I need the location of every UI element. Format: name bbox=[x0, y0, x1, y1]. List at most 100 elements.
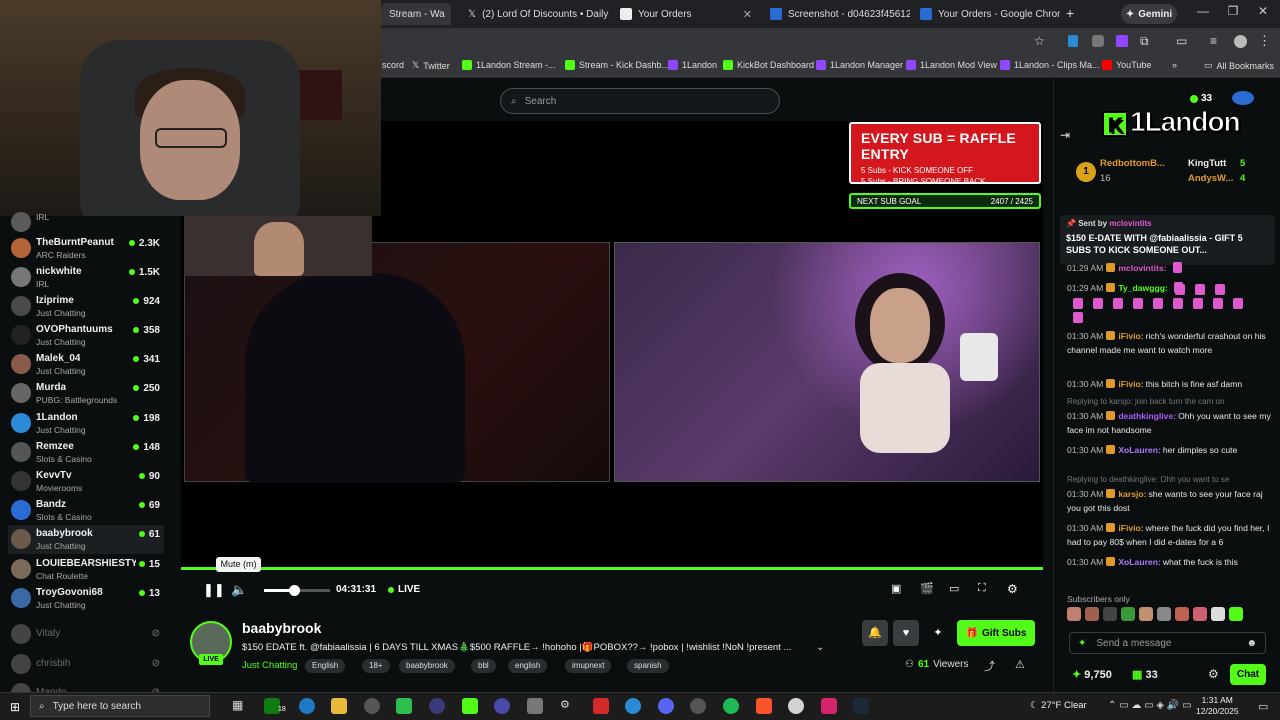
emote-icon[interactable] bbox=[1067, 607, 1081, 621]
new-tab-icon[interactable]: + bbox=[1066, 5, 1074, 21]
search-input[interactable]: ⌕ Search bbox=[500, 88, 780, 114]
message-username[interactable]: iFivio: bbox=[1118, 523, 1143, 533]
bookmark-kickbot[interactable]: KickBot Dashboard bbox=[723, 60, 814, 70]
chat-message[interactable]: 01:29 AM Ty_dawggg: bbox=[1067, 282, 1272, 296]
emote-icon[interactable] bbox=[1103, 607, 1117, 621]
progress-bar[interactable] bbox=[181, 567, 1043, 570]
restore-icon[interactable]: ❐ bbox=[1218, 4, 1248, 18]
sidebar-channel[interactable]: Bandz Slots & Casino 69 bbox=[8, 496, 164, 525]
message-username[interactable]: iFivio: bbox=[1118, 379, 1143, 389]
sidebar-channel[interactable]: IRL bbox=[8, 208, 164, 237]
app-icon[interactable] bbox=[625, 698, 641, 714]
emote-icon[interactable] bbox=[1139, 607, 1153, 621]
settings-gear-icon[interactable]: ⚙ bbox=[1007, 582, 1018, 596]
chat-message[interactable]: 01:30 AM XoLauren: her dimples so cute bbox=[1067, 444, 1272, 458]
emote-icon[interactable] bbox=[1193, 607, 1207, 621]
more-vertical-icon[interactable]: ⋮ bbox=[1258, 33, 1271, 49]
chat-message[interactable]: 01:30 AM XoLauren: what the fuck is this bbox=[1067, 556, 1272, 570]
discord-icon[interactable] bbox=[658, 698, 674, 714]
leader-name[interactable]: RedbottomB... bbox=[1100, 158, 1165, 169]
emote-icon[interactable] bbox=[1229, 607, 1243, 621]
stream-tag[interactable]: imupnext bbox=[565, 659, 612, 673]
brave-icon[interactable] bbox=[756, 698, 772, 714]
sidebar-channel[interactable]: LOUIEBEARSHIESTY4 Chat Roulette 15 bbox=[8, 555, 164, 584]
emote-icon[interactable] bbox=[1085, 607, 1099, 621]
message-username[interactable]: karsjo: bbox=[1118, 489, 1146, 499]
app-icon[interactable] bbox=[396, 698, 412, 714]
emote-icon[interactable] bbox=[1121, 607, 1135, 621]
channel-points[interactable]: ✦ 9,750 bbox=[1072, 668, 1112, 681]
bookmark-1landon-modview[interactable]: 1Landon Mod View bbox=[906, 60, 997, 70]
live-indicator[interactable]: LIVE bbox=[388, 584, 420, 595]
bookmark-youtube[interactable]: YouTube bbox=[1102, 60, 1151, 70]
pause-icon[interactable]: ❚❚ bbox=[203, 582, 225, 598]
collapse-chat-icon[interactable]: ⇥ bbox=[1060, 128, 1070, 142]
spotify-icon[interactable] bbox=[723, 698, 739, 714]
bookmark-discord[interactable]: scord bbox=[382, 60, 404, 70]
chrome-icon[interactable] bbox=[788, 698, 804, 714]
twitch-extension-icon[interactable] bbox=[1116, 35, 1128, 47]
gemini-button[interactable]: ✦ Gemini bbox=[1121, 4, 1177, 24]
task-view-icon[interactable]: ▦ bbox=[232, 698, 248, 714]
emote-icon[interactable] bbox=[1211, 607, 1225, 621]
windows-start-icon[interactable]: ⊞ bbox=[10, 700, 20, 714]
tab-screenshot[interactable]: Screenshot - d04623f45612b ✕ bbox=[762, 3, 910, 25]
app-icon[interactable] bbox=[429, 698, 445, 714]
share-icon[interactable]: ⤴ bbox=[984, 658, 995, 674]
stream-category[interactable]: Just Chatting bbox=[242, 660, 297, 671]
stream-tag[interactable]: 18+ bbox=[362, 659, 390, 673]
chat-message[interactable]: 01:30 AM iFivio: where the fuck did you fi… bbox=[1067, 522, 1272, 549]
notification-bell-icon[interactable]: 🔔 bbox=[862, 620, 888, 646]
close-tab-icon[interactable]: ✕ bbox=[743, 8, 752, 21]
sidebar-channel[interactable]: TheBurntPeanut ARC Raiders 2.3K bbox=[8, 234, 164, 263]
app-icon[interactable] bbox=[821, 698, 837, 714]
menu-list-icon[interactable]: ≡ bbox=[1210, 34, 1217, 48]
settings-gear-icon[interactable]: ⚙ bbox=[560, 698, 576, 714]
tab-stream[interactable]: Stream - Wa 🔊 ✕ bbox=[381, 3, 451, 25]
sidebar-channel[interactable]: Malek_04 Just Chatting 341 bbox=[8, 350, 164, 379]
leader-name[interactable]: AndysW... bbox=[1188, 173, 1233, 184]
leader-name[interactable]: KingTutt bbox=[1188, 158, 1226, 169]
sidebar-channel[interactable]: nickwhite IRL 1.5K bbox=[8, 263, 164, 292]
app-icon[interactable] bbox=[593, 698, 609, 714]
sidebar-channel[interactable]: 1Landon Just Chatting 198 bbox=[8, 409, 164, 438]
bookmark-1landon-clips[interactable]: 1Landon - Clips Ma... bbox=[1000, 60, 1100, 70]
pinned-by-user[interactable]: mclovintits bbox=[1109, 219, 1151, 228]
sidebar-channel[interactable]: baabybrook Just Chatting 61 bbox=[8, 525, 164, 554]
chat-settings-gear-icon[interactable]: ⚙ bbox=[1208, 667, 1219, 681]
message-username[interactable]: XoLauren: bbox=[1118, 445, 1161, 455]
streamer-name[interactable]: baabybrook bbox=[242, 620, 321, 636]
app-icon[interactable] bbox=[690, 698, 706, 714]
message-username[interactable]: mclovintits: bbox=[1118, 263, 1166, 273]
emote-icon[interactable] bbox=[1157, 607, 1171, 621]
miniplayer-icon[interactable]: ▣ bbox=[891, 582, 901, 595]
tab-your-orders-chrome[interactable]: Your Orders - Google Chrom ✕ bbox=[912, 3, 1060, 25]
volume-icon[interactable]: 🔈 bbox=[231, 582, 247, 598]
chat-message[interactable]: 01:30 AM iFivio: this bitch is fine asf da… bbox=[1067, 378, 1272, 392]
extension-icon[interactable] bbox=[1092, 35, 1104, 47]
calculator-icon[interactable] bbox=[527, 698, 543, 714]
extension-icon[interactable] bbox=[1068, 35, 1078, 47]
stream-tag[interactable]: english bbox=[508, 659, 548, 673]
star-icon[interactable]: ☆ bbox=[1034, 34, 1045, 48]
sidebar-channel[interactable]: KevvTv Movierooms 90 bbox=[8, 467, 164, 496]
puzzle-icon[interactable]: ⧉ bbox=[1140, 34, 1149, 49]
cast-icon[interactable]: ▭ bbox=[1176, 34, 1187, 48]
stream-tag[interactable]: English bbox=[305, 659, 346, 673]
follow-heart-icon[interactable]: ♥ bbox=[893, 620, 919, 646]
steam-icon[interactable] bbox=[853, 698, 869, 714]
report-warning-icon[interactable]: ⚠ bbox=[1015, 658, 1025, 671]
bookmark-1landon-stream[interactable]: 1Landon Stream -... bbox=[462, 60, 556, 70]
weather-widget[interactable]: ☾ 27°F Clear bbox=[1030, 700, 1087, 711]
emoji-icon[interactable]: ☻ bbox=[1246, 638, 1257, 649]
chat-message[interactable]: 01:29 AM mclovintits: bbox=[1067, 262, 1272, 276]
all-bookmarks[interactable]: ▭ All Bookmarks bbox=[1204, 60, 1274, 71]
notification-icon[interactable]: ▭ bbox=[1258, 700, 1268, 713]
taskbar-clock[interactable]: 1:31 AM 12/20/2025 bbox=[1196, 695, 1239, 717]
stream-tag[interactable]: baabybrook bbox=[399, 659, 455, 673]
close-window-icon[interactable]: ✕ bbox=[1248, 4, 1278, 18]
chat-message[interactable]: 01:30 AM iFivio: rich's wonderful crashout… bbox=[1067, 330, 1272, 357]
fullscreen-icon[interactable]: ⛶ bbox=[978, 582, 986, 595]
tab-lord-of-discounts[interactable]: 𝕏 (2) Lord Of Discounts • Daily ✕ bbox=[460, 3, 610, 25]
bookmark-1landon-manager[interactable]: 1Landon Manager bbox=[816, 60, 903, 70]
